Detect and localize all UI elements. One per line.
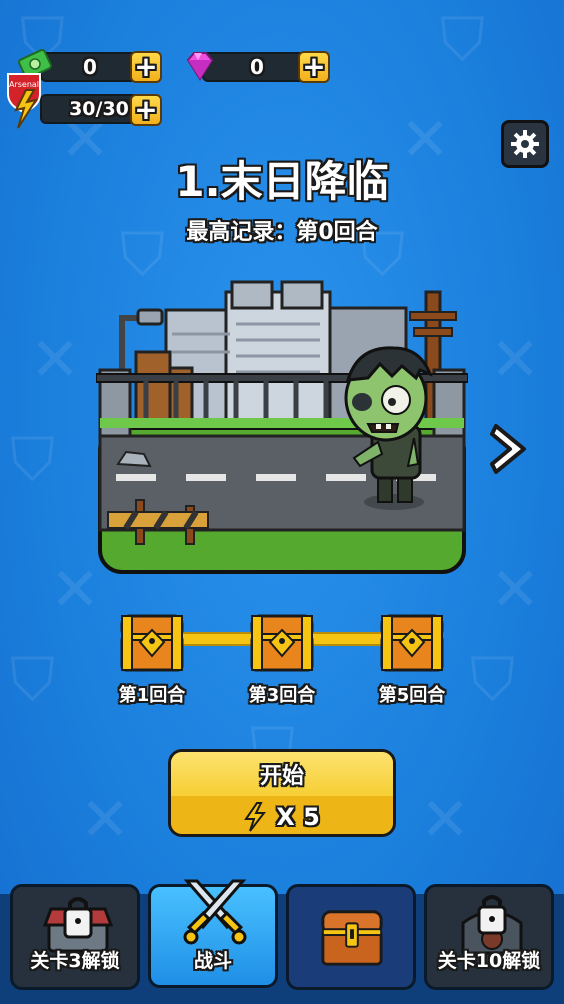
- nav-label-locked-level-3: 关卡3解锁: [30, 950, 120, 972]
- nav-label-locked-level-10: 关卡10解锁: [437, 950, 541, 972]
- reward-chest-2[interactable]: [248, 608, 316, 674]
- start-label: 开始: [171, 752, 393, 796]
- cash-counter: 0: [40, 52, 140, 82]
- shield-pattern-icon: ⛉: [470, 645, 515, 715]
- reward-round-label-1: 第1回合: [118, 685, 186, 706]
- treasure-chest-icon: [321, 910, 383, 966]
- add-energy-button[interactable]: +: [130, 94, 162, 126]
- shield-pattern-icon: ⛉: [10, 425, 55, 495]
- reward-round-label-2: 第3回合: [248, 685, 316, 706]
- reward-chest-1[interactable]: [118, 608, 186, 674]
- reward-chest-3[interactable]: [378, 608, 446, 674]
- nav-tab-locked-level-3[interactable]: 关卡3解锁: [10, 884, 140, 990]
- nav-tab-chest[interactable]: [286, 884, 416, 990]
- add-gem-button[interactable]: +: [298, 51, 330, 83]
- crossed-swords-icon: [183, 879, 247, 945]
- swords-pattern-icon: ✕: [80, 785, 131, 855]
- lightning-icon: [244, 801, 267, 832]
- level-title: 1.末日降临: [175, 157, 389, 206]
- start-cost: X 5: [171, 796, 393, 834]
- swords-pattern-icon: ✕: [50, 555, 101, 625]
- gem-icon: [186, 52, 214, 81]
- club-badge-icon: Arsenal: [7, 73, 41, 129]
- swords-pattern-icon: ✕: [490, 555, 541, 625]
- cash-value: 0: [83, 55, 97, 79]
- next-level-arrow[interactable]: [488, 420, 534, 478]
- shield-pattern-icon: ⛉: [10, 645, 55, 715]
- start-button[interactable]: 开始 X 5: [168, 749, 396, 837]
- swords-pattern-icon: ✕: [490, 325, 541, 395]
- swords-pattern-icon: ✕: [30, 325, 81, 395]
- energy-value: 30/30: [69, 98, 129, 120]
- add-cash-button[interactable]: +: [130, 51, 162, 83]
- shield-pattern-icon: ⛉: [440, 5, 485, 75]
- nav-label-battle: 战斗: [193, 950, 232, 972]
- start-cost-value: X 5: [276, 802, 320, 831]
- badge-text: Arsenal: [9, 80, 39, 89]
- level-scene-illustration[interactable]: [96, 278, 468, 578]
- gem-value: 0: [250, 55, 264, 79]
- gem-counter: 0: [202, 52, 312, 82]
- energy-counter: 30/30: [40, 94, 140, 124]
- nav-tab-locked-level-10[interactable]: 关卡10解锁: [424, 884, 554, 990]
- nav-tab-battle[interactable]: 战斗: [148, 879, 278, 988]
- swords-pattern-icon: ✕: [420, 785, 471, 855]
- best-record: 最高记录：第0回合: [186, 220, 378, 245]
- reward-round-label-3: 第5回合: [378, 685, 446, 706]
